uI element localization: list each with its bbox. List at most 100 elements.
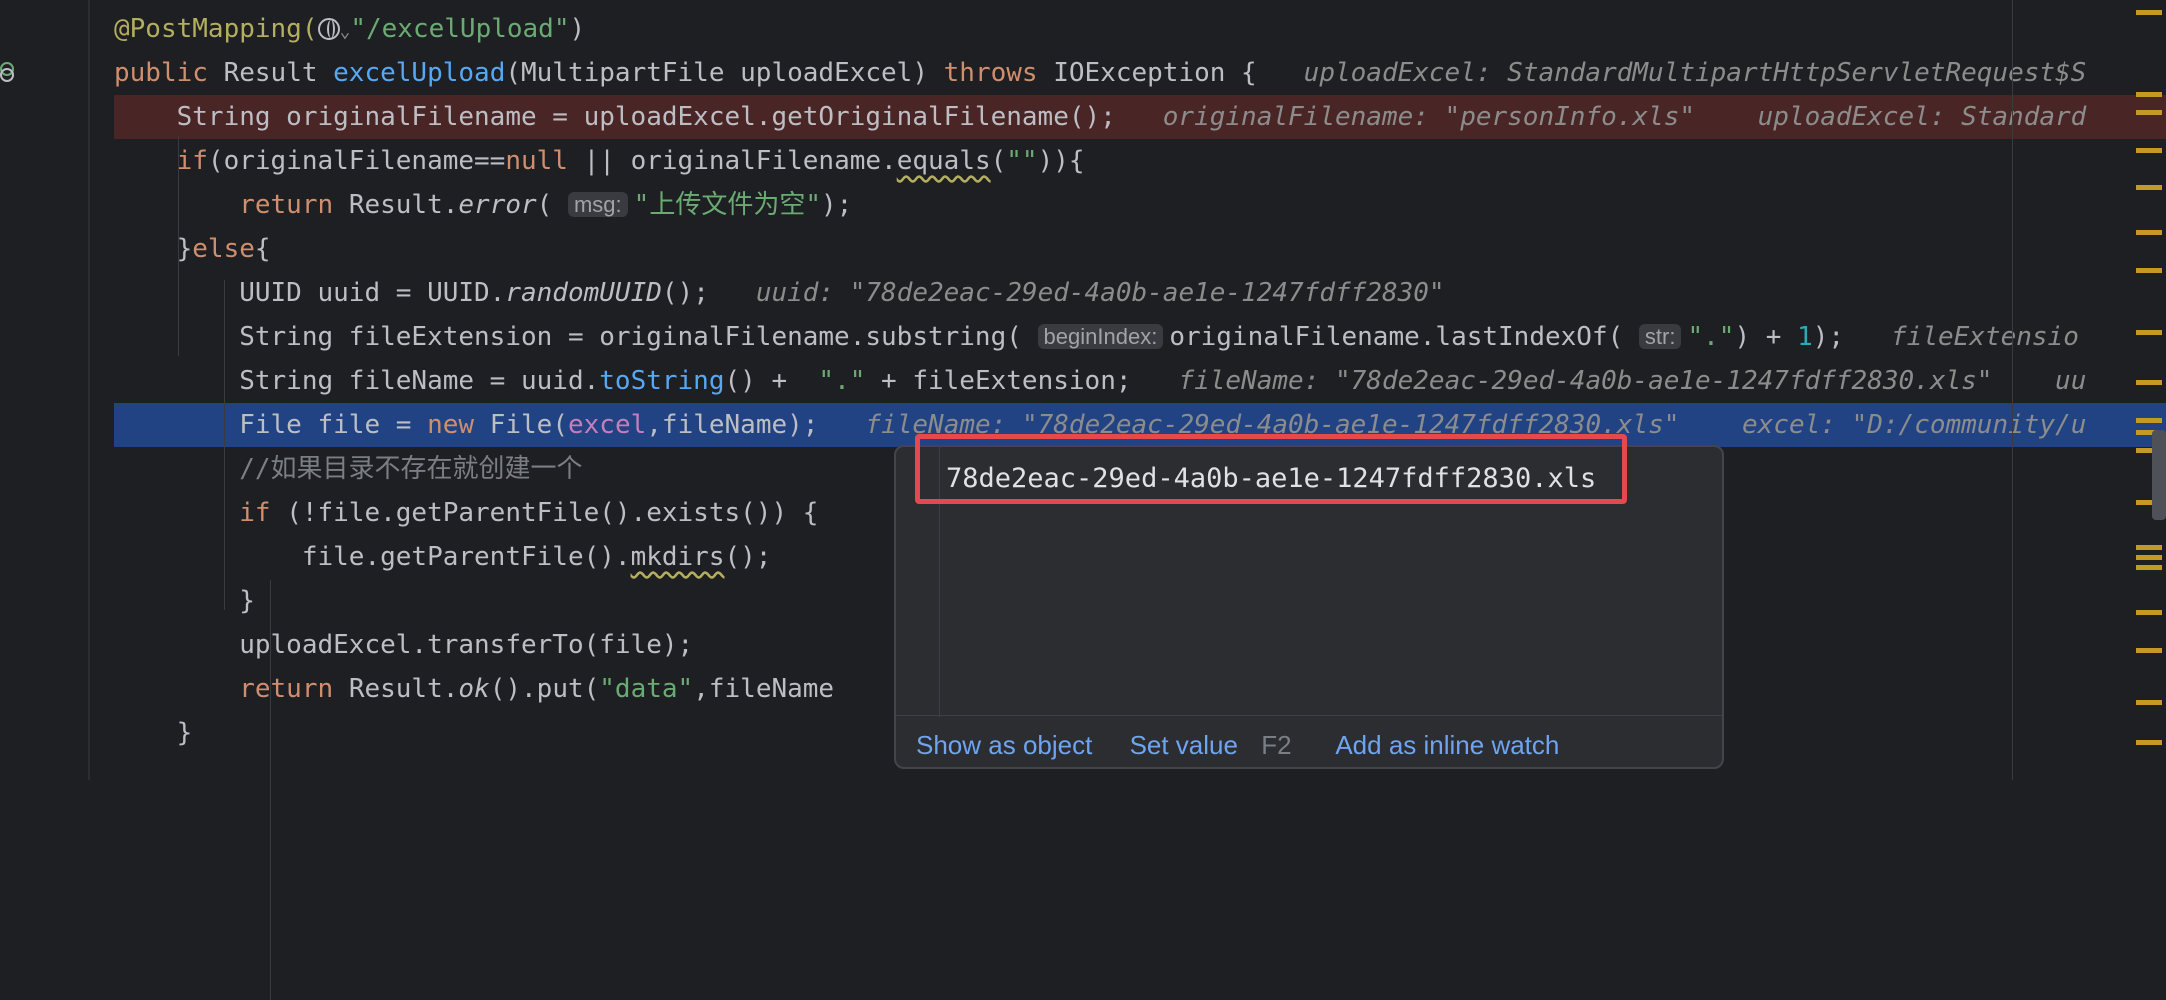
code-token: if [114, 498, 287, 528]
inline-debug-value: originalFilename: "personInfo.xls" uploa… [1162, 102, 2087, 132]
stripe-marker[interactable] [2136, 10, 2162, 15]
code-token: originalFilename.lastIndexOf( [1169, 322, 1639, 352]
code-token: ( [990, 146, 1007, 176]
code-token: (MultipartFile uploadExcel) [505, 58, 944, 88]
vertical-scrollbar[interactable] [2152, 430, 2166, 520]
inline-debug-value: fileExtensio [1891, 322, 2079, 352]
code-token: Result [223, 58, 334, 88]
code-token: UUID uuid = UUID. [114, 278, 506, 308]
code-line[interactable]: String fileExtension = originalFilename.… [114, 315, 2166, 359]
stripe-marker[interactable] [2136, 380, 2162, 385]
inline-debug-value: fileName: "78de2eac-29ed-4a0b-ae1e-1247f… [1178, 366, 2087, 396]
web-globe-icon[interactable] [0, 68, 14, 82]
stripe-marker[interactable] [2136, 418, 2162, 423]
globe-icon[interactable] [317, 18, 340, 40]
code-token: ( [536, 190, 568, 220]
code-token: 1 [1797, 322, 1813, 352]
highlight-annotation-box [915, 434, 1627, 504]
stripe-marker[interactable] [2136, 330, 2162, 335]
code-token: //如果目录不存在就创建一个 [114, 454, 583, 484]
code-token: || originalFilename. [567, 146, 897, 176]
indent-guide [178, 136, 179, 356]
code-token: } [114, 586, 255, 616]
code-token: File file = [114, 410, 428, 440]
code-token: ⌄ [339, 21, 351, 42]
set-value-link[interactable]: Set value [1130, 730, 1238, 760]
code-token: String fileName = uuid. [114, 366, 600, 396]
stripe-marker[interactable] [2136, 148, 2162, 153]
code-line[interactable]: }else{ [114, 227, 2166, 271]
code-token: file.getParentFile(). [114, 542, 631, 572]
stripe-marker[interactable] [2136, 185, 2162, 190]
stripe-marker[interactable] [2136, 740, 2162, 745]
code-token: ) + [1734, 322, 1798, 352]
code-token: File( [489, 410, 568, 440]
code-token: uploadExcel.transferTo(file); [114, 630, 694, 660]
stripe-marker[interactable] [2136, 648, 2162, 653]
code-token: "." [1687, 322, 1735, 352]
code-token: excelUpload [333, 58, 506, 88]
code-token: "data" [599, 674, 694, 704]
code-token: (); [724, 542, 772, 572]
code-token: Result. [348, 190, 459, 220]
code-token: Result. [348, 674, 459, 704]
code-token: String fileExtension = originalFilename.… [114, 322, 1038, 352]
parameter-hint: msg: [567, 192, 628, 217]
code-line[interactable]: String fileName = uuid.toString() + "." … [114, 359, 2166, 403]
code-token: (); [661, 278, 756, 308]
code-token: equals [896, 146, 991, 176]
code-token: else [192, 234, 255, 264]
add-inline-watch-link[interactable]: Add as inline watch [1335, 730, 1559, 760]
code-token: "" [1006, 146, 1038, 176]
inline-debug-value: uuid: "78de2eac-29ed-4a0b-ae1e-1247fdff2… [755, 278, 1445, 308]
popup-footer: Show as object Set value F2 Add as inlin… [916, 725, 1589, 765]
code-token: () + [724, 366, 819, 396]
code-token: ); [820, 190, 853, 220]
indent-guide [270, 580, 271, 1000]
code-line[interactable]: if(originalFilename==null || originalFil… [114, 139, 2166, 183]
code-line[interactable]: String originalFilename = uploadExcel.ge… [114, 95, 2166, 139]
code-token: ) [569, 14, 586, 44]
code-token: } [114, 718, 193, 748]
stripe-marker[interactable] [2136, 565, 2162, 570]
right-margin-guide [2012, 0, 2013, 780]
code-token: public [114, 58, 224, 88]
code-token: ,fileName [693, 674, 835, 704]
code-token: randomUUID [505, 278, 662, 308]
stripe-marker[interactable] [2136, 268, 2162, 273]
code-line[interactable]: UUID uuid = UUID.randomUUID(); uuid: "78… [114, 271, 2166, 315]
code-token: "." [818, 366, 866, 396]
code-token: "/excelUpload" [350, 14, 570, 44]
code-token: error [458, 190, 537, 220]
code-token: ().put( [489, 674, 600, 704]
stripe-marker[interactable] [2136, 610, 2162, 615]
code-token: "上传文件为空" [633, 190, 821, 220]
code-line[interactable]: public Result excelUpload(MultipartFile … [114, 51, 2166, 95]
show-as-object-link[interactable]: Show as object [916, 730, 1092, 760]
code-token: ,fileName); [646, 410, 866, 440]
stripe-marker[interactable] [2136, 110, 2162, 115]
code-token: { [254, 234, 271, 264]
code-token: (!file.getParentFile().exists()) { [286, 498, 819, 528]
code-token: ); [1812, 322, 1892, 352]
stripe-marker[interactable] [2136, 555, 2162, 560]
code-line[interactable]: @PostMapping( ⌄"/excelUpload") [114, 7, 2166, 51]
code-token: } [114, 234, 193, 264]
set-value-shortcut: F2 [1261, 730, 1292, 760]
popup-separator [896, 715, 1722, 716]
parameter-hint: str: [1638, 324, 1682, 349]
code-token: @PostMapping( [114, 14, 318, 44]
code-token: excel [567, 410, 647, 440]
stripe-marker[interactable] [2136, 230, 2162, 235]
code-line[interactable]: return Result.error( msg: "上传文件为空"); [114, 183, 2166, 227]
code-token: new [427, 410, 490, 440]
stripe-marker[interactable] [2136, 545, 2162, 550]
code-token: ok [458, 674, 490, 704]
code-token: )){ [1037, 146, 1085, 176]
code-token: (originalFilename== [207, 146, 506, 176]
indent-guide [224, 280, 225, 610]
editor-gutter[interactable] [0, 0, 90, 780]
stripe-marker[interactable] [2136, 700, 2162, 705]
stripe-marker[interactable] [2136, 92, 2162, 97]
inline-debug-value: uploadExcel: StandardMultipartHttpServle… [1303, 58, 2087, 88]
